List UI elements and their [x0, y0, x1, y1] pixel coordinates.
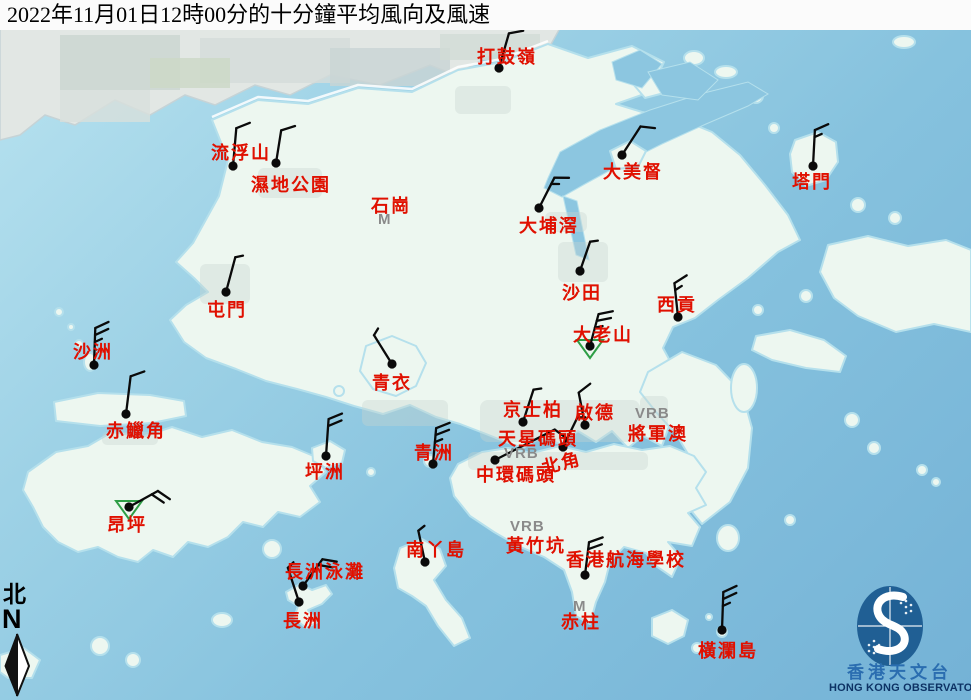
- north-label-en: N: [2, 606, 22, 633]
- hk-land-masses: [0, 36, 971, 678]
- station-dot: [575, 266, 584, 275]
- station-label-lamma-island: 南丫島: [406, 541, 466, 559]
- station-dot: [808, 161, 817, 170]
- station-label-stanley: 赤柱: [561, 613, 601, 631]
- station-label-kai-tak: 啟德: [575, 404, 615, 422]
- station-label-tsing-yi: 青衣: [372, 374, 412, 392]
- station-label-cheung-chau: 長洲: [283, 612, 323, 630]
- station-dot: [490, 455, 499, 464]
- station-label-shek-kong: 石崗: [371, 197, 411, 215]
- station-label-wong-chuk-hang: 黃竹坑: [506, 537, 566, 555]
- map-title: 2022年11月01日12時00分的十分鐘平均風向及風速: [0, 0, 971, 30]
- station-label-cheung-chau-beach: 長洲泳灘: [285, 563, 365, 581]
- station-label-kings-park: 京士柏: [503, 401, 563, 419]
- station-label-star-ferry: 天星碼頭: [498, 430, 578, 448]
- north-label-cn: 北: [3, 583, 26, 606]
- station-label-lau-fau-shan: 流浮山: [211, 144, 271, 162]
- station-label-hk-sea-school: 香港航海學校: [566, 551, 686, 569]
- station-dot: [534, 203, 543, 212]
- station-label-wetland-park: 濕地公園: [251, 176, 331, 194]
- station-label-waglan-island: 橫瀾島: [698, 642, 758, 660]
- station-label-tap-mun: 塔門: [792, 173, 832, 191]
- station-label-green-island: 青洲: [414, 444, 454, 462]
- station-dot: [294, 597, 303, 606]
- station-note-tseung-kwan-o: VRB: [635, 406, 670, 421]
- station-label-sai-kung: 西貢: [657, 296, 697, 314]
- station-dot: [121, 409, 130, 418]
- station-label-tseung-kwan-o: 將軍澳: [628, 425, 688, 443]
- station-dot: [617, 150, 626, 159]
- station-dot: [387, 359, 396, 368]
- wind-barb-icon: [722, 586, 737, 631]
- station-dot: [580, 570, 589, 579]
- station-label-tai-po-kau: 大埔滘: [519, 217, 579, 235]
- station-label-sha-tin: 沙田: [562, 284, 602, 302]
- station-label-tates-cairn: 大老山: [573, 326, 633, 344]
- hko-logo-name-en: HONG KONG OBSERVATORY: [829, 683, 970, 694]
- station-dot: [271, 158, 280, 167]
- compass-needle-icon: [2, 632, 32, 698]
- hko-logo-name-cn: 香港天文台: [836, 664, 963, 681]
- station-dot: [221, 287, 230, 296]
- station-note-wong-chuk-hang: VRB: [510, 519, 545, 534]
- station-label-tai-mei-tuk: 大美督: [603, 163, 663, 181]
- station-dot: [717, 625, 726, 634]
- station-label-chek-lap-kok: 赤鱲角: [106, 422, 166, 440]
- station-label-peng-chau: 坪洲: [305, 463, 345, 481]
- station-label-sha-chau: 沙洲: [73, 343, 113, 361]
- station-label-ta-kwu-ling: 打鼓嶺: [477, 48, 537, 66]
- station-marker-waglan-island: [717, 586, 736, 635]
- station-dot: [321, 451, 330, 460]
- hko-logo: 香港天文台 HONG KONG OBSERVATORY: [828, 583, 971, 700]
- station-label-ngong-ping: 昂坪: [107, 516, 147, 534]
- hko-logo-icon: [856, 585, 924, 669]
- hko-wind-map: 打鼓嶺流浮山濕地公園M石崗大美督塔門大埔滘沙田西貢大老山屯門沙洲赤鱲角青衣坪洲青…: [0, 0, 971, 700]
- hk-map-svg: [0, 0, 971, 700]
- station-dot: [124, 502, 133, 511]
- station-label-tuen-mun: 屯門: [207, 301, 247, 319]
- station-dot: [298, 581, 307, 590]
